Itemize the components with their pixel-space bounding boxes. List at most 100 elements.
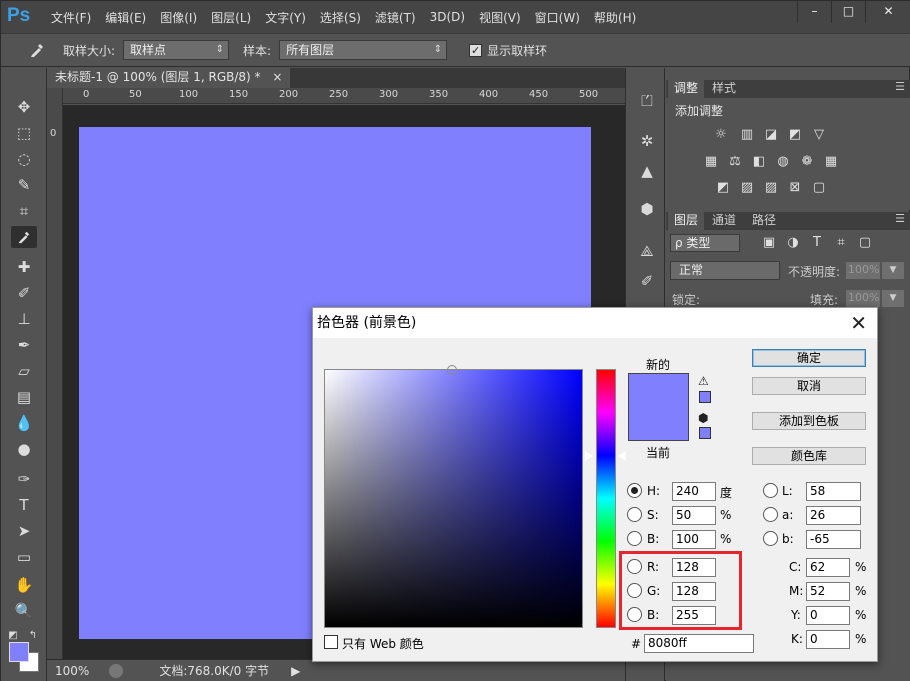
eyedropper-preset-icon[interactable]	[21, 37, 53, 63]
crop-tool-icon[interactable]: ⌗	[11, 200, 37, 222]
stamp-tool-icon[interactable]: ⊥	[11, 308, 37, 330]
add-to-swatches-button[interactable]: 添加到色板	[752, 412, 866, 430]
minimize-button[interactable]: –	[797, 1, 831, 23]
status-menu-arrow-icon[interactable]: ▶	[291, 664, 300, 678]
sample-size-select[interactable]: 取样点	[123, 40, 230, 60]
healing-brush-tool-icon[interactable]: ✚	[11, 256, 37, 278]
brightness-field[interactable]: 100	[672, 530, 716, 549]
hue-slider-left-arrow[interactable]	[585, 451, 593, 461]
threshold-icon[interactable]: ▨	[762, 180, 780, 196]
pen-tool-icon[interactable]: ✑	[11, 468, 37, 490]
eyedropper-tool-icon[interactable]	[11, 226, 37, 248]
tab-channels[interactable]: 通道	[706, 212, 742, 230]
lab-a-radio[interactable]	[763, 507, 778, 522]
maximize-button[interactable]: □	[831, 1, 865, 23]
menu-window[interactable]: 窗口(W)	[535, 9, 580, 26]
menu-file[interactable]: 文件(F)	[51, 9, 91, 26]
exposure-icon[interactable]: ◩	[786, 127, 804, 143]
move-tool-icon[interactable]: ✥	[11, 96, 37, 118]
hand-tool-icon[interactable]: ✋	[11, 574, 37, 596]
eraser-tool-icon[interactable]: ▱	[11, 360, 37, 382]
brush-panel-icon[interactable]: ⟁	[636, 242, 658, 264]
menu-3d[interactable]: 3D(D)	[430, 10, 465, 24]
menu-select[interactable]: 选择(S)	[320, 9, 361, 26]
menu-help[interactable]: 帮助(H)	[594, 9, 636, 26]
fill-dropdown-icon[interactable]: ▼	[882, 290, 904, 307]
lightness-field[interactable]: 58	[806, 482, 861, 501]
lightness-radio[interactable]	[763, 483, 778, 498]
color-picker-ring[interactable]	[447, 365, 457, 375]
cancel-button[interactable]: 取消	[752, 377, 866, 395]
invert-icon[interactable]: ◩	[714, 180, 732, 196]
menu-image[interactable]: 图像(I)	[160, 9, 197, 26]
sample-select[interactable]: 所有图层	[279, 40, 448, 60]
lab-b-field[interactable]: -65	[806, 530, 861, 549]
web-safe-cube-icon[interactable]: ⬢	[698, 411, 708, 425]
filter-adjustment-icon[interactable]: ◑	[784, 235, 802, 251]
opacity-field[interactable]: 100%	[846, 262, 880, 279]
document-tab-close-icon[interactable]: ×	[272, 70, 282, 84]
saturation-brightness-field[interactable]	[324, 365, 583, 628]
brightness-icon[interactable]: ☼	[712, 127, 730, 143]
gradient-map-icon[interactable]: ⊠	[786, 180, 804, 196]
brush-presets-icon[interactable]: ✐	[636, 272, 658, 294]
color-balance-icon[interactable]: ⚖	[726, 154, 744, 170]
lab-b-radio[interactable]	[763, 531, 778, 546]
saturation-field[interactable]: 50	[672, 506, 716, 525]
hue-radio[interactable]	[627, 483, 642, 498]
menu-type[interactable]: 文字(Y)	[265, 9, 306, 26]
panel-menu-icon[interactable]: ☰	[895, 212, 905, 225]
fill-field[interactable]: 100%	[846, 290, 880, 307]
gamut-color-swatch[interactable]	[699, 391, 711, 403]
color-libraries-button[interactable]: 颜色库	[752, 447, 866, 465]
marquee-tool-icon[interactable]: ⬚	[11, 122, 37, 144]
menu-view[interactable]: 视图(V)	[479, 9, 521, 26]
history-brush-tool-icon[interactable]: ✒	[11, 334, 37, 356]
vibrance-icon[interactable]: ▽	[810, 127, 828, 143]
black-white-icon[interactable]: ◧	[750, 154, 768, 170]
selective-color-icon[interactable]: ▢	[810, 180, 828, 196]
history-panel-icon[interactable]: ⏍	[636, 92, 658, 114]
blur-tool-icon[interactable]: 💧	[11, 412, 37, 434]
color-lookup-icon[interactable]: ▦	[822, 154, 840, 170]
black-field[interactable]: 0	[806, 630, 850, 649]
type-tool-icon[interactable]: T	[11, 494, 37, 516]
panel-menu-icon[interactable]: ☰	[895, 80, 905, 93]
saturation-radio[interactable]	[627, 507, 642, 522]
blend-mode-select[interactable]: 正常	[670, 261, 780, 280]
tab-paths[interactable]: 路径	[746, 212, 782, 230]
posterize-icon[interactable]: ▨	[738, 180, 756, 196]
histogram-panel-icon[interactable]: ▲	[636, 162, 658, 184]
photo-filter-icon[interactable]: ◍	[774, 154, 792, 170]
filter-smart-icon[interactable]: ▢	[856, 235, 874, 251]
3d-panel-icon[interactable]: ⬢	[636, 200, 658, 222]
zoom-tool-icon[interactable]: 🔍	[11, 600, 37, 622]
dialog-close-icon[interactable]: ✕	[850, 311, 867, 335]
layer-filter-select[interactable]: ρ 类型	[670, 234, 740, 252]
tab-styles[interactable]: 样式	[706, 80, 742, 98]
path-select-tool-icon[interactable]: ➤	[11, 520, 37, 542]
curves-icon[interactable]: ◪	[762, 127, 780, 143]
menu-filter[interactable]: 滤镜(T)	[375, 9, 416, 26]
cyan-field[interactable]: 62	[806, 558, 850, 577]
document-tab[interactable]: 未标题-1 @ 100% (图层 1, RGB/8) * ×	[47, 68, 291, 88]
hue-field[interactable]: 240	[672, 482, 716, 501]
menu-edit[interactable]: 编辑(E)	[105, 9, 146, 26]
hue-slider-right-arrow[interactable]	[618, 451, 626, 461]
filter-type-icon[interactable]: T	[808, 235, 826, 251]
quick-select-tool-icon[interactable]: ✎	[11, 174, 37, 196]
dodge-tool-icon[interactable]: ●	[11, 438, 37, 460]
brightness-radio[interactable]	[627, 531, 642, 546]
magenta-field[interactable]: 52	[806, 582, 850, 601]
levels-icon[interactable]: ▥	[738, 127, 756, 143]
lasso-tool-icon[interactable]: ◌	[11, 148, 37, 170]
hue-saturation-icon[interactable]: ▦	[702, 154, 720, 170]
status-icon[interactable]	[109, 663, 124, 678]
brush-tool-icon[interactable]: ✐	[11, 282, 37, 304]
filter-pixel-icon[interactable]: ▣	[760, 235, 778, 251]
filter-shape-icon[interactable]: ⌗	[832, 235, 850, 251]
yellow-field[interactable]: 0	[806, 606, 850, 625]
close-window-button[interactable]: ✕	[865, 1, 910, 23]
web-safe-color-swatch[interactable]	[699, 427, 711, 439]
navigator-panel-icon[interactable]: ✲	[636, 132, 658, 154]
